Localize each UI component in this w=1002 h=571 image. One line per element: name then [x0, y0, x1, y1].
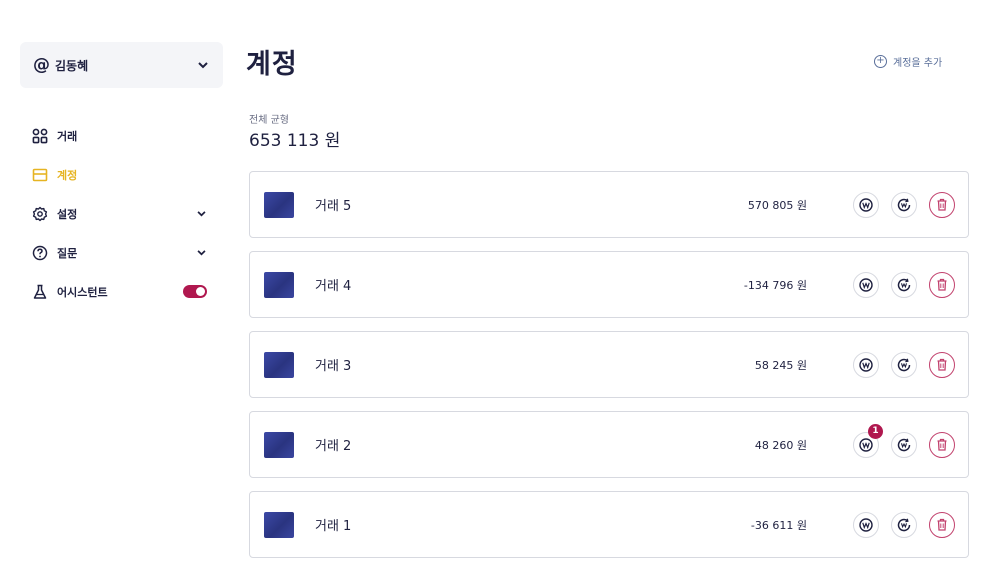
- app-root: @ 김동혜 거래 계정 설정 질문 어시스턴트 계정 + 계정을 추가 전체 균…: [0, 0, 1002, 571]
- account-card[interactable]: 거래 2 48 260 원 1: [249, 411, 969, 478]
- account-thumbnail: [264, 431, 294, 458]
- won-button[interactable]: 1: [853, 423, 883, 458]
- account-card-icon: [32, 167, 48, 183]
- assistant-toggle[interactable]: [183, 285, 207, 298]
- page-title: 계정: [246, 49, 298, 80]
- transfer-button[interactable]: [891, 191, 917, 218]
- account-card[interactable]: 거래 4 -134 796 원: [249, 251, 969, 318]
- account-amount: 48 260 원: [754, 438, 807, 452]
- sidebar-item-accounts[interactable]: 계정: [32, 155, 207, 194]
- notification-badge: 1: [868, 423, 883, 439]
- flask-icon: [32, 284, 48, 300]
- account-card[interactable]: 거래 5 570 805 원: [249, 171, 969, 238]
- transfer-button[interactable]: [891, 511, 917, 538]
- delete-button[interactable]: [929, 511, 955, 538]
- won-refresh-icon: [897, 438, 911, 451]
- add-account-label: 계정을 추가: [893, 57, 943, 69]
- total-balance-label: 전체 균형: [249, 115, 289, 126]
- account-list: 거래 5 570 805 원 거래 4 -134 796 원 거래 3 58 2…: [249, 171, 969, 571]
- won-button[interactable]: [853, 511, 879, 538]
- chevron-down-icon: [195, 208, 207, 220]
- account-name: 거래 4: [315, 279, 352, 294]
- sidebar-item-label: 질문: [57, 246, 78, 260]
- won-icon: [859, 357, 873, 372]
- account-thumbnail: [264, 511, 294, 538]
- sidebar-item-label: 거래: [57, 129, 78, 143]
- sidebar-item-label: 어시스턴트: [57, 285, 108, 299]
- account-card[interactable]: 거래 3 58 245 원: [249, 331, 969, 398]
- won-refresh-icon: [897, 198, 911, 211]
- at-icon: @: [33, 55, 50, 75]
- trash-icon: [937, 358, 947, 371]
- won-icon: [859, 437, 873, 452]
- account-name: 거래 2: [315, 439, 352, 454]
- account-amount: -36 611 원: [750, 518, 807, 532]
- trash-icon: [937, 278, 947, 291]
- chevron-down-icon: [197, 59, 209, 71]
- won-refresh-icon: [897, 358, 911, 371]
- user-name: 김동혜: [55, 58, 89, 73]
- sidebar-item-label: 설정: [57, 207, 78, 221]
- trash-icon: [937, 198, 947, 211]
- account-card[interactable]: 거래 1 -36 611 원: [249, 491, 969, 558]
- sidebar-item-settings[interactable]: 설정: [32, 194, 207, 233]
- account-amount: 58 245 원: [754, 358, 807, 372]
- delete-button[interactable]: [929, 271, 955, 298]
- delete-button[interactable]: [929, 191, 955, 218]
- won-button[interactable]: [853, 351, 879, 378]
- won-icon: [859, 197, 873, 212]
- won-refresh-icon: [897, 518, 911, 531]
- won-refresh-icon: [897, 278, 911, 291]
- account-amount: 570 805 원: [747, 198, 807, 212]
- chevron-down-icon: [195, 247, 207, 259]
- won-button[interactable]: [853, 191, 879, 218]
- gear-icon: [32, 206, 48, 222]
- user-selector[interactable]: @ 김동혜: [20, 42, 223, 88]
- delete-button[interactable]: [929, 431, 955, 458]
- delete-button[interactable]: [929, 351, 955, 378]
- won-button[interactable]: [853, 271, 879, 298]
- grid-icon: [32, 128, 48, 144]
- sidebar-item-label: 계정: [57, 168, 78, 182]
- plus-circle-icon: +: [874, 54, 887, 68]
- transfer-button[interactable]: [891, 431, 917, 458]
- account-thumbnail: [264, 191, 294, 218]
- won-icon: [859, 517, 873, 532]
- account-thumbnail: [264, 351, 294, 378]
- trash-icon: [937, 518, 947, 531]
- question-icon: [32, 245, 48, 261]
- sidebar-item-transactions[interactable]: 거래: [32, 116, 207, 155]
- trash-icon: [937, 438, 947, 451]
- sidebar-item-questions[interactable]: 질문: [32, 233, 207, 272]
- transfer-button[interactable]: [891, 271, 917, 298]
- account-name: 거래 3: [315, 359, 352, 374]
- sidebar-nav: 거래 계정 설정 질문 어시스턴트: [32, 116, 207, 311]
- sidebar-item-assistant[interactable]: 어시스턴트: [32, 272, 207, 311]
- account-name: 거래 1: [315, 519, 352, 534]
- add-account-button[interactable]: + 계정을 추가: [874, 52, 942, 70]
- total-balance-value: 653 113 원: [249, 131, 341, 151]
- transfer-button[interactable]: [891, 351, 917, 378]
- account-thumbnail: [264, 271, 294, 298]
- account-amount: -134 796 원: [743, 278, 807, 292]
- account-name: 거래 5: [315, 199, 352, 214]
- won-icon: [859, 277, 873, 292]
